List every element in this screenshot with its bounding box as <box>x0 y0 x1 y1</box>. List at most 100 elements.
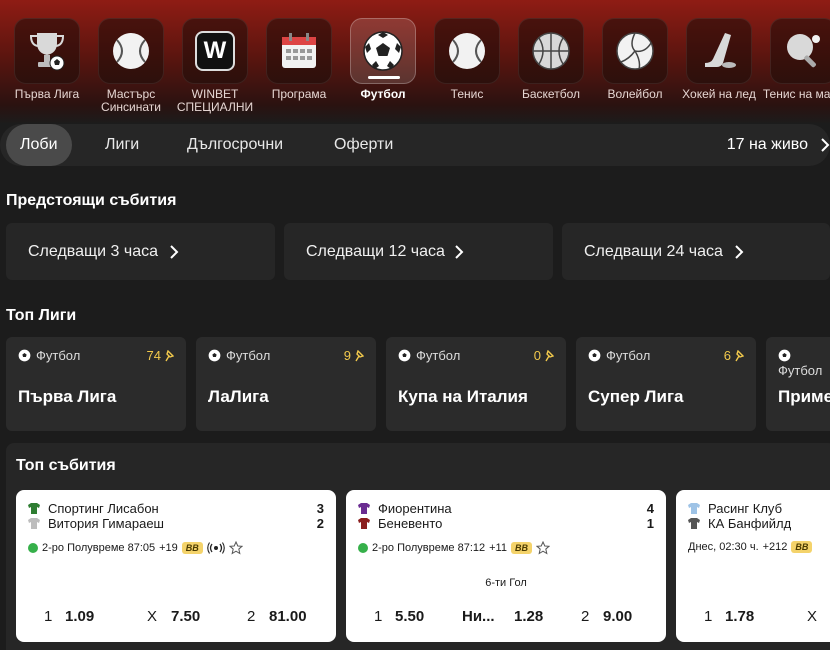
football-icon <box>588 349 601 362</box>
winbet-logo-icon: W <box>195 31 235 71</box>
sport-item-masters[interactable]: Мастърс Синсинати <box>89 18 173 114</box>
match-status: 2-ро Полувреме 87:05 +19 BB <box>28 541 243 555</box>
pin-icon <box>735 349 745 362</box>
league-card[interactable]: Футбол 0 Купа на Италия <box>386 337 566 431</box>
league-card[interactable]: Футбол 9 ЛаЛига <box>196 337 376 431</box>
upcoming-12h-button[interactable]: Следващи 12 часа <box>284 223 553 280</box>
sport-tile[interactable] <box>770 18 830 84</box>
odds-value[interactable]: 7.50 <box>171 608 200 625</box>
league-card[interactable]: Футбол Приме <box>766 337 830 431</box>
jersey-icon <box>688 503 700 514</box>
chevron-right-icon <box>455 245 464 259</box>
upcoming-24h-button[interactable]: Следващи 24 часа <box>562 223 830 280</box>
tab-longterm[interactable]: Дългосрочни <box>187 124 283 166</box>
jersey-icon <box>358 518 370 529</box>
football-icon <box>398 349 411 362</box>
odds-outcome: X <box>807 608 818 625</box>
tab-leagues[interactable]: Лиги <box>105 124 139 166</box>
star-icon[interactable] <box>228 541 243 555</box>
sport-item-basketball[interactable]: Баскетбол <box>509 18 593 114</box>
chevron-right-icon[interactable] <box>820 137 830 153</box>
away-score: 1 <box>646 516 654 531</box>
markets-count[interactable]: +19 <box>159 542 178 554</box>
sport-item-volleyball[interactable]: Волейбол <box>593 18 677 114</box>
betbuilder-badge: BB <box>510 542 532 554</box>
nav-tabs: Лоби Лиги Дългосрочни Оферти 17 на живо <box>0 124 830 166</box>
sport-item-parva-liga[interactable]: Първа Лига <box>5 18 89 114</box>
league-count: 6 <box>724 348 745 363</box>
sport-tile[interactable]: W <box>182 18 248 84</box>
event-card[interactable]: Спортинг Лисабон Витория Гимараеш 3 2 2-… <box>16 490 336 642</box>
league-sport: Футбол <box>18 348 80 363</box>
sport-label: Баскетбол <box>522 88 580 101</box>
league-name: Първа Лига <box>18 387 117 406</box>
sport-label: WINBET СПЕЦИАЛНИ <box>176 88 254 114</box>
sport-item-winbet-special[interactable]: W WINBET СПЕЦИАЛНИ <box>173 18 257 114</box>
sport-item-ice-hockey[interactable]: Хокей на лед <box>677 18 761 114</box>
home-team: Фиорентина <box>358 501 452 516</box>
odds-outcome: 1 <box>704 608 713 625</box>
odds-outcome: 1 <box>374 608 383 625</box>
markets-count[interactable]: +11 <box>489 542 507 554</box>
odds-value[interactable]: 1.78 <box>725 608 754 625</box>
markets-count[interactable]: +212 <box>763 541 788 553</box>
sport-item-table-tennis[interactable]: Тенис на маса <box>761 18 830 114</box>
basketball-icon <box>532 32 570 70</box>
away-team: Витория Гимараеш <box>28 516 164 531</box>
tab-lobby[interactable]: Лоби <box>6 124 72 166</box>
upcoming-label: Следващи 3 часа <box>28 243 159 260</box>
home-score: 3 <box>316 501 324 516</box>
odds-outcome: Ни... <box>462 608 495 625</box>
sport-tile[interactable] <box>518 18 584 84</box>
chevron-right-icon <box>735 245 744 259</box>
sport-item-football[interactable]: Футбол <box>341 18 425 114</box>
sport-tile[interactable] <box>266 18 332 84</box>
football-icon <box>208 349 221 362</box>
volleyball-icon <box>616 32 654 70</box>
league-count: 74 <box>147 348 175 363</box>
home-team: Расинг Клуб <box>688 501 782 516</box>
odds-value[interactable]: 1.28 <box>514 608 543 625</box>
live-dot <box>28 543 38 553</box>
odds-outcome: X <box>147 608 158 625</box>
sport-label: Тенис на маса <box>762 88 830 101</box>
sport-label: Тенис <box>450 88 484 101</box>
home-team: Спортинг Лисабон <box>28 501 159 516</box>
betbuilder-badge: BB <box>791 541 813 553</box>
sport-tile[interactable] <box>602 18 668 84</box>
sport-label: Първа Лига <box>14 88 80 101</box>
sport-item-schedule[interactable]: Програма <box>257 18 341 114</box>
away-score: 2 <box>316 516 324 531</box>
odds-value[interactable]: 1.09 <box>65 608 94 625</box>
pin-icon <box>355 349 365 362</box>
live-events-link[interactable]: 17 на живо <box>727 124 808 166</box>
football-icon <box>363 31 403 71</box>
event-card[interactable]: Расинг Клуб КА Банфийлд Днес, 02:30 ч. +… <box>676 490 830 642</box>
sport-tile[interactable] <box>14 18 80 84</box>
jersey-icon <box>28 503 40 514</box>
sport-tile[interactable] <box>350 18 416 84</box>
football-icon <box>18 349 31 362</box>
odds-value[interactable]: 5.50 <box>395 608 424 625</box>
top-leagues-title: Топ Лиги <box>6 307 77 324</box>
hockey-icon <box>705 33 736 68</box>
sport-item-tennis[interactable]: Тенис <box>425 18 509 114</box>
tab-offers[interactable]: Оферти <box>334 124 393 166</box>
upcoming-3h-button[interactable]: Следващи 3 часа <box>6 223 275 280</box>
odds-value[interactable]: 9.00 <box>603 608 632 625</box>
star-icon[interactable] <box>535 541 550 555</box>
odds-value[interactable]: 81.00 <box>269 608 307 625</box>
sport-tile[interactable] <box>434 18 500 84</box>
league-card[interactable]: Футбол 74 Първа Лига <box>6 337 186 431</box>
league-card[interactable]: Футбол 6 Супер Лига <box>576 337 756 431</box>
league-name: ЛаЛига <box>208 387 269 406</box>
sport-tile[interactable] <box>686 18 752 84</box>
sport-tile[interactable] <box>98 18 164 84</box>
tennis-ball-icon <box>113 33 149 69</box>
away-team: КА Банфийлд <box>688 516 791 531</box>
football-icon <box>778 349 791 362</box>
live-stream-icon[interactable] <box>206 542 225 554</box>
event-card[interactable]: Фиорентина Беневенто 4 1 2-ро Полувреме … <box>346 490 666 642</box>
top-events-title: Топ събития <box>16 457 116 474</box>
league-name: Супер Лига <box>588 387 684 406</box>
